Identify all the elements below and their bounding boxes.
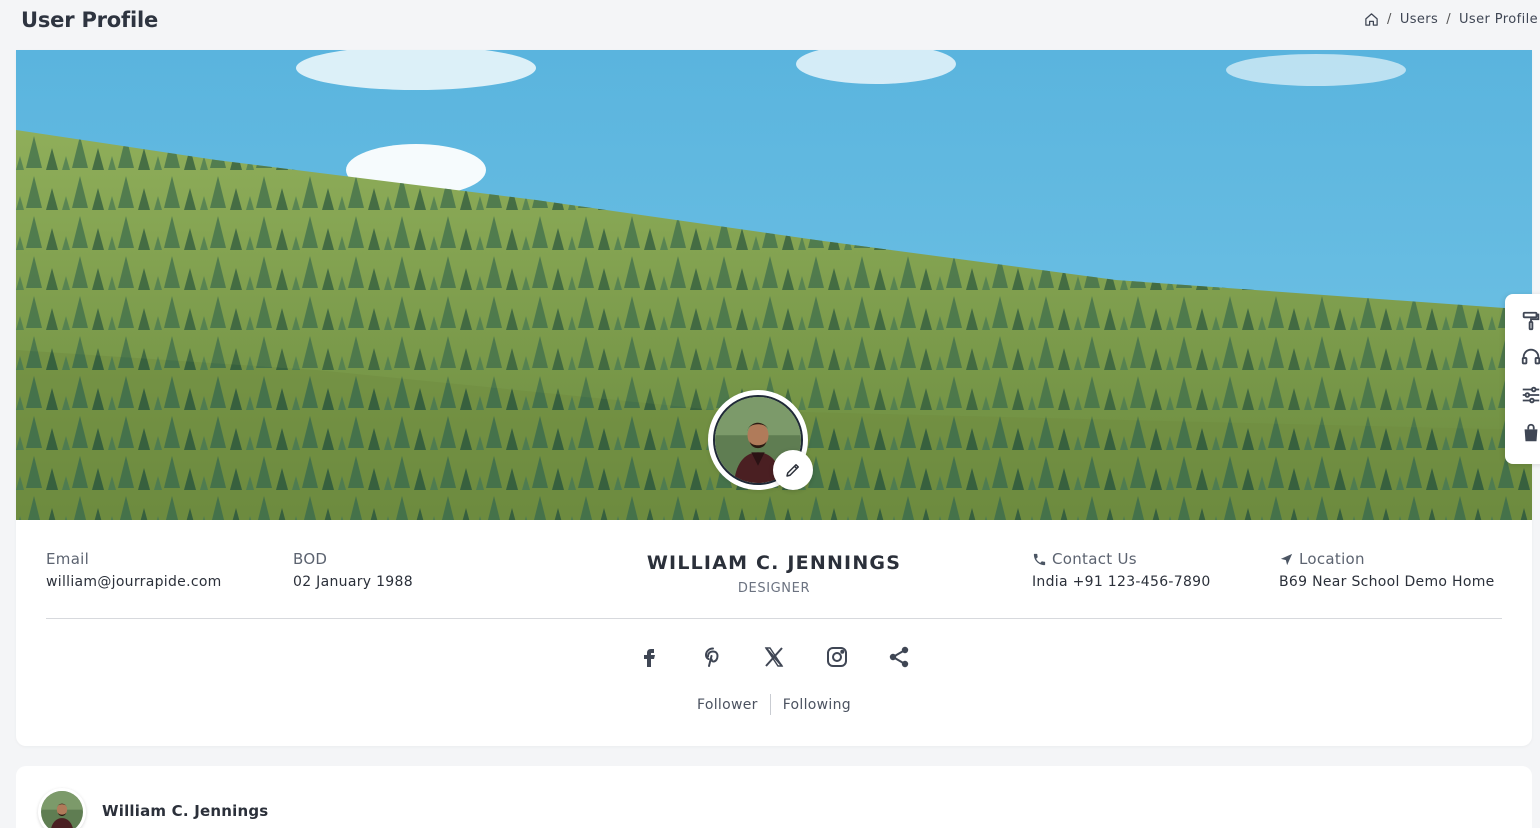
- side-panel: [1505, 294, 1540, 464]
- breadcrumb-separator: /: [1387, 12, 1392, 27]
- page-title: User Profile: [21, 8, 159, 32]
- location-arrow-icon: [1280, 553, 1293, 565]
- post-author-name[interactable]: William C. Jennings: [102, 802, 268, 820]
- phone-icon: [1033, 553, 1046, 565]
- bod-value: 02 January 1988: [293, 574, 413, 590]
- location-value: B69 Near School Demo Home: [1279, 574, 1495, 590]
- location-label-row: Location: [1279, 550, 1495, 568]
- headset-icon[interactable]: [1520, 346, 1540, 368]
- instagram-icon[interactable]: [822, 642, 852, 672]
- x-icon[interactable]: [759, 642, 789, 672]
- pinterest-icon[interactable]: [697, 642, 727, 672]
- follow-row: Follower Following: [16, 694, 1532, 715]
- shopping-bag-icon[interactable]: [1520, 422, 1540, 444]
- contact-label-row: Contact Us: [1032, 550, 1211, 568]
- bod-info: BOD 02 January 1988: [293, 550, 413, 590]
- profile-name-block: WILLIAM C. JENNINGS DESIGNER: [574, 552, 974, 596]
- breadcrumb-user-profile[interactable]: User Profile: [1459, 12, 1538, 27]
- profile-role: DESIGNER: [737, 581, 811, 596]
- location-label: Location: [1299, 550, 1365, 568]
- divider: [46, 618, 1502, 619]
- pencil-icon: [786, 464, 799, 477]
- location-info: Location B69 Near School Demo Home: [1279, 550, 1495, 590]
- facebook-icon[interactable]: [634, 642, 664, 672]
- paint-roller-icon[interactable]: [1520, 310, 1540, 332]
- share-icon[interactable]: [884, 642, 914, 672]
- sliders-icon[interactable]: [1520, 384, 1540, 406]
- page-header: User Profile / Users / User Profile: [0, 0, 1540, 44]
- post-avatar[interactable]: [38, 788, 86, 828]
- email-label: Email: [46, 550, 90, 568]
- follower-link[interactable]: Follower: [685, 697, 770, 713]
- edit-avatar-button[interactable]: [773, 450, 813, 490]
- contact-info: Contact Us India +91 123-456-7890: [1032, 550, 1211, 590]
- contact-label: Contact Us: [1052, 550, 1137, 568]
- profile-name: WILLIAM C. JENNINGS: [646, 552, 902, 574]
- email-value: william@jourrapide.com: [46, 574, 222, 590]
- contact-value: India +91 123-456-7890: [1032, 574, 1211, 590]
- breadcrumb-separator: /: [1446, 12, 1451, 27]
- email-info: Email william@jourrapide.com: [46, 550, 222, 590]
- breadcrumb: / Users / User Profile: [1364, 12, 1538, 27]
- following-link[interactable]: Following: [771, 697, 863, 713]
- bod-label: BOD: [293, 550, 328, 568]
- post-card: William C. Jennings: [16, 766, 1532, 828]
- social-links: [634, 642, 914, 672]
- home-icon[interactable]: [1364, 12, 1379, 27]
- breadcrumb-users[interactable]: Users: [1400, 12, 1438, 27]
